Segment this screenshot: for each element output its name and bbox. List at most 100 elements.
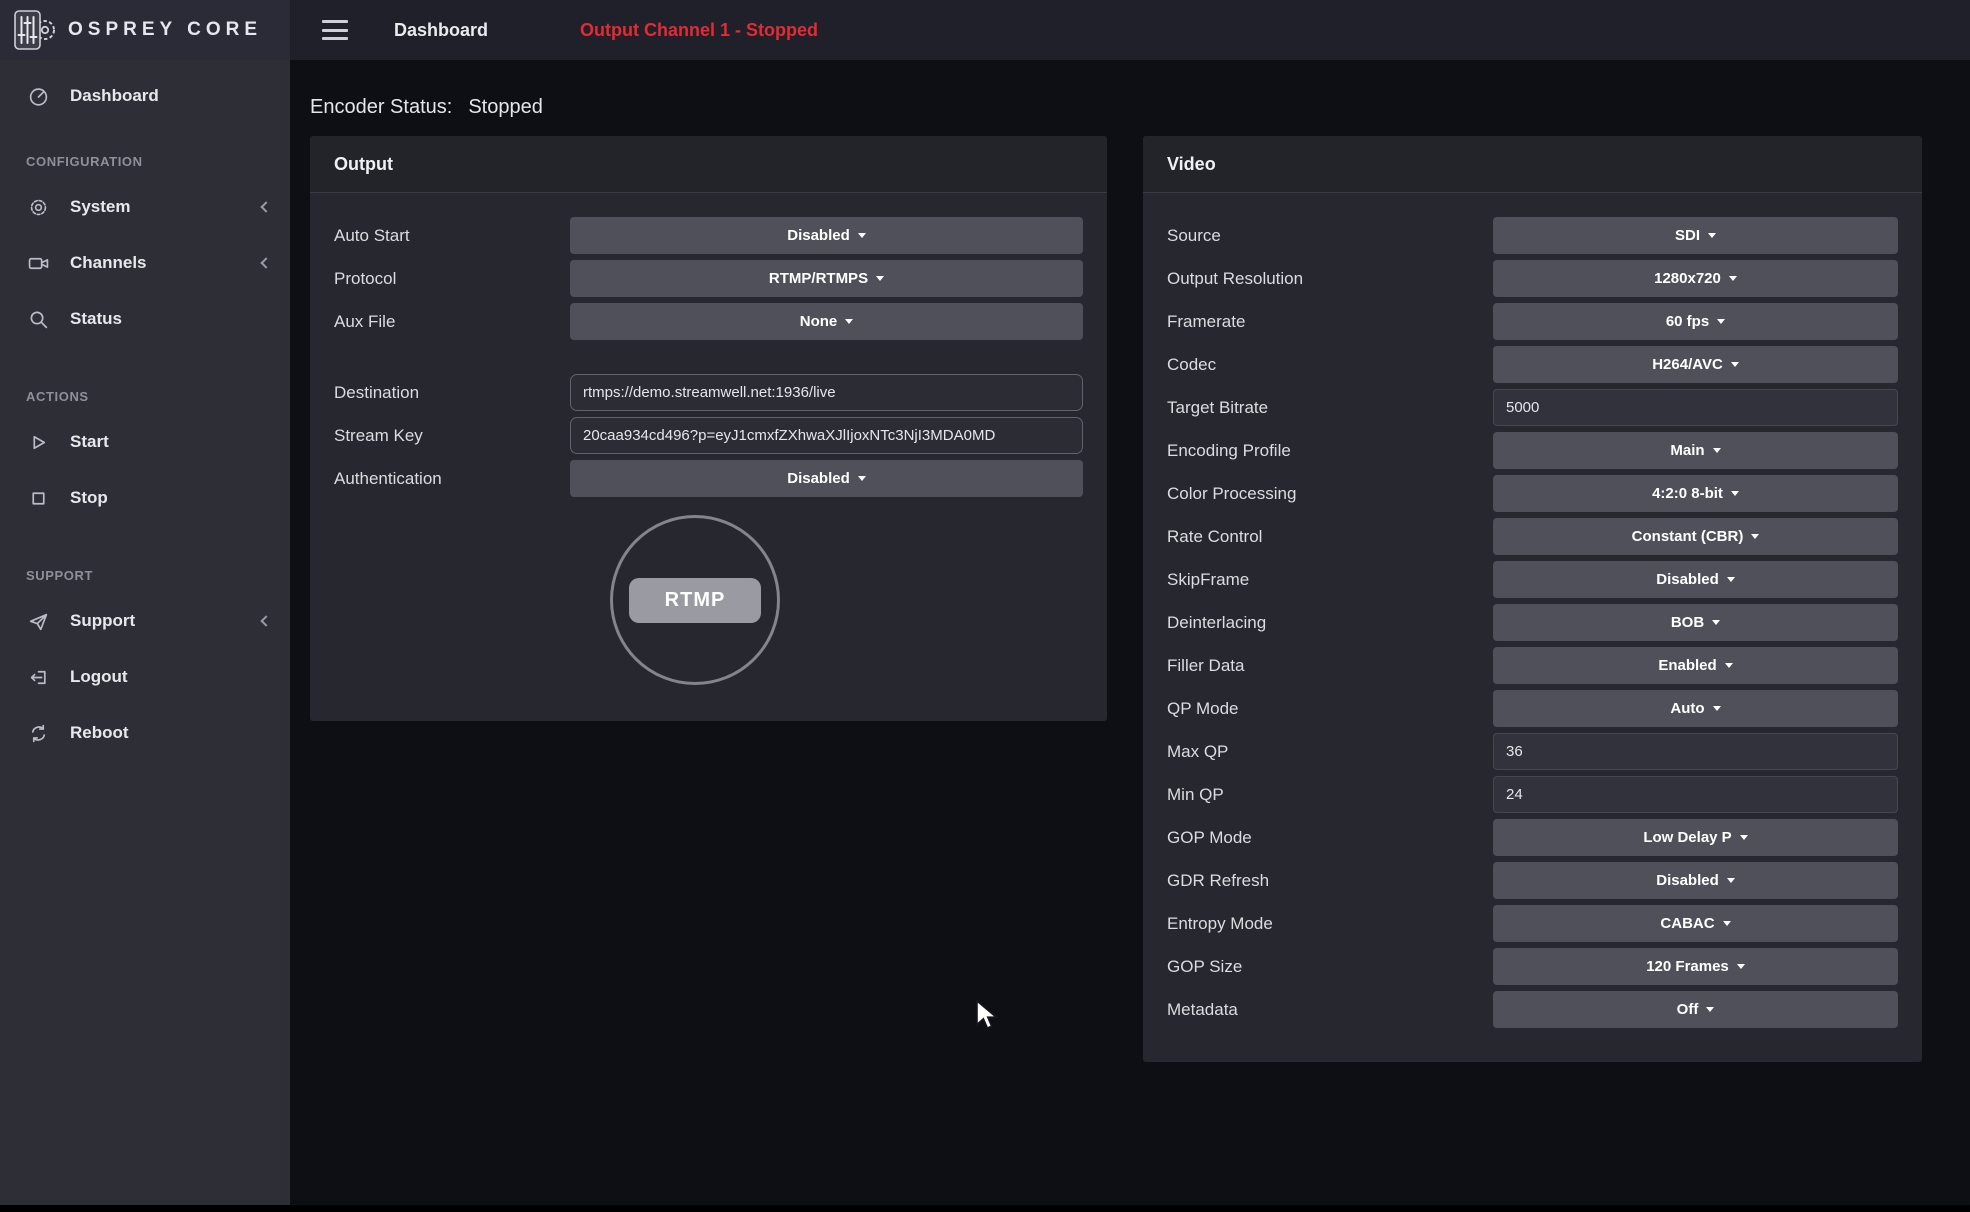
form-row: Authentication Disabled <box>334 460 1083 497</box>
select-value: 1280x720 <box>1654 270 1721 287</box>
video-panel: Video Source SDI Output Resolution 1280x… <box>1143 136 1922 1062</box>
sidebar-section-actions: ACTIONS <box>0 389 290 404</box>
aux-file-select[interactable]: None <box>570 303 1083 340</box>
dropdown-caret-icon <box>1706 1007 1714 1012</box>
dropdown-caret-icon <box>1727 577 1735 582</box>
sidebar-item-support[interactable]: Support <box>0 593 290 649</box>
rate-control-select[interactable]: Constant (CBR) <box>1493 518 1898 555</box>
send-icon <box>26 611 50 632</box>
qp-mode-select[interactable]: Auto <box>1493 690 1898 727</box>
protocol-select[interactable]: RTMP/RTMPS <box>570 260 1083 297</box>
select-value: Disabled <box>1656 872 1719 889</box>
target-bitrate-input[interactable] <box>1493 389 1898 426</box>
sidebar-item-reboot[interactable]: Reboot <box>0 705 290 761</box>
dropdown-caret-icon <box>1708 233 1716 238</box>
video-panel-body: Source SDI Output Resolution 1280x720 Fr… <box>1143 193 1922 1058</box>
field-label: Deinterlacing <box>1167 613 1493 633</box>
rtmp-protocol-badge: RTMP <box>610 515 780 685</box>
sidebar-item-start[interactable]: Start <box>0 414 290 470</box>
max-qp-input[interactable] <box>1493 733 1898 770</box>
dropdown-caret-icon <box>1713 448 1721 453</box>
dropdown-caret-icon <box>1713 706 1721 711</box>
sidebar-item-logout[interactable]: Logout <box>0 649 290 705</box>
select-value: CABAC <box>1660 915 1714 932</box>
framerate-select[interactable]: 60 fps <box>1493 303 1898 340</box>
authentication-select[interactable]: Disabled <box>570 460 1083 497</box>
hamburger-menu-icon[interactable] <box>322 20 348 40</box>
filler-data-select[interactable]: Enabled <box>1493 647 1898 684</box>
form-row: Max QP <box>1167 733 1898 770</box>
form-row: Aux File None <box>334 303 1083 340</box>
form-row: Encoding Profile Main <box>1167 432 1898 469</box>
dropdown-caret-icon <box>1731 491 1739 496</box>
field-label: SkipFrame <box>1167 570 1493 590</box>
gop-size-select[interactable]: 120 Frames <box>1493 948 1898 985</box>
dropdown-caret-icon <box>1717 319 1725 324</box>
skipframe-select[interactable]: Disabled <box>1493 561 1898 598</box>
destination-input[interactable] <box>570 374 1083 411</box>
chevron-left-icon <box>260 615 271 626</box>
field-label: Destination <box>334 383 570 403</box>
field-label: Source <box>1167 226 1493 246</box>
bottom-bar <box>0 1205 1970 1212</box>
entropy-mode-select[interactable]: CABAC <box>1493 905 1898 942</box>
dropdown-caret-icon <box>1729 276 1737 281</box>
sidebar-item-dashboard[interactable]: Dashboard <box>0 68 290 124</box>
output-panel-header: Output <box>310 136 1107 193</box>
brand-title: OSPREY CORE <box>68 19 262 41</box>
select-value: 120 Frames <box>1646 958 1729 975</box>
color-processing-select[interactable]: 4:2:0 8-bit <box>1493 475 1898 512</box>
form-row: QP Mode Auto <box>1167 690 1898 727</box>
select-value: 60 fps <box>1666 313 1709 330</box>
field-label: Protocol <box>334 269 570 289</box>
sidebar-item-stop[interactable]: Stop <box>0 470 290 526</box>
form-row: GOP Mode Low Delay P <box>1167 819 1898 856</box>
min-qp-input[interactable] <box>1493 776 1898 813</box>
form-row: Auto Start Disabled <box>334 217 1083 254</box>
form-row: Min QP <box>1167 776 1898 813</box>
sidebar-item-status[interactable]: Status <box>0 291 290 347</box>
field-label: Entropy Mode <box>1167 914 1493 934</box>
topnav-channel-status[interactable]: Output Channel 1 - Stopped <box>580 20 818 41</box>
topnav-dashboard-link[interactable]: Dashboard <box>394 20 488 41</box>
form-row: Stream Key <box>334 417 1083 454</box>
dropdown-caret-icon <box>1731 362 1739 367</box>
encoder-status-value: Stopped <box>468 96 543 119</box>
deinterlacing-select[interactable]: BOB <box>1493 604 1898 641</box>
gop-mode-select[interactable]: Low Delay P <box>1493 819 1898 856</box>
dropdown-caret-icon <box>876 276 884 281</box>
dropdown-caret-icon <box>1727 878 1735 883</box>
form-row: Source SDI <box>1167 217 1898 254</box>
select-value: 4:2:0 8-bit <box>1652 485 1723 502</box>
panel-title: Output <box>334 154 393 175</box>
form-row: Codec H264/AVC <box>1167 346 1898 383</box>
output-resolution-select[interactable]: 1280x720 <box>1493 260 1898 297</box>
dropdown-caret-icon <box>1751 534 1759 539</box>
form-row: Target Bitrate <box>1167 389 1898 426</box>
encoding-profile-select[interactable]: Main <box>1493 432 1898 469</box>
dropdown-caret-icon <box>1737 964 1745 969</box>
form-row: Destination <box>334 374 1083 411</box>
sidebar-item-channels[interactable]: Channels <box>0 235 290 291</box>
source-select[interactable]: SDI <box>1493 217 1898 254</box>
video-camera-icon <box>26 253 50 274</box>
form-row: Rate Control Constant (CBR) <box>1167 518 1898 555</box>
sidebar-item-label: Reboot <box>70 723 129 743</box>
dropdown-caret-icon <box>858 233 866 238</box>
select-value: Disabled <box>1656 571 1719 588</box>
select-value: None <box>800 313 838 330</box>
stop-icon <box>26 488 50 509</box>
stream-key-input[interactable] <box>570 417 1083 454</box>
sidebar-item-system[interactable]: System <box>0 179 290 235</box>
sidebar-item-label: Logout <box>70 667 128 687</box>
auto-start-select[interactable]: Disabled <box>570 217 1083 254</box>
codec-select[interactable]: H264/AVC <box>1493 346 1898 383</box>
select-value: BOB <box>1671 614 1704 631</box>
gdr-refresh-select[interactable]: Disabled <box>1493 862 1898 899</box>
form-row: SkipFrame Disabled <box>1167 561 1898 598</box>
metadata-select[interactable]: Off <box>1493 991 1898 1028</box>
dropdown-caret-icon <box>1740 835 1748 840</box>
field-label: Output Resolution <box>1167 269 1493 289</box>
field-label: Metadata <box>1167 1000 1493 1020</box>
form-row: Protocol RTMP/RTMPS <box>334 260 1083 297</box>
